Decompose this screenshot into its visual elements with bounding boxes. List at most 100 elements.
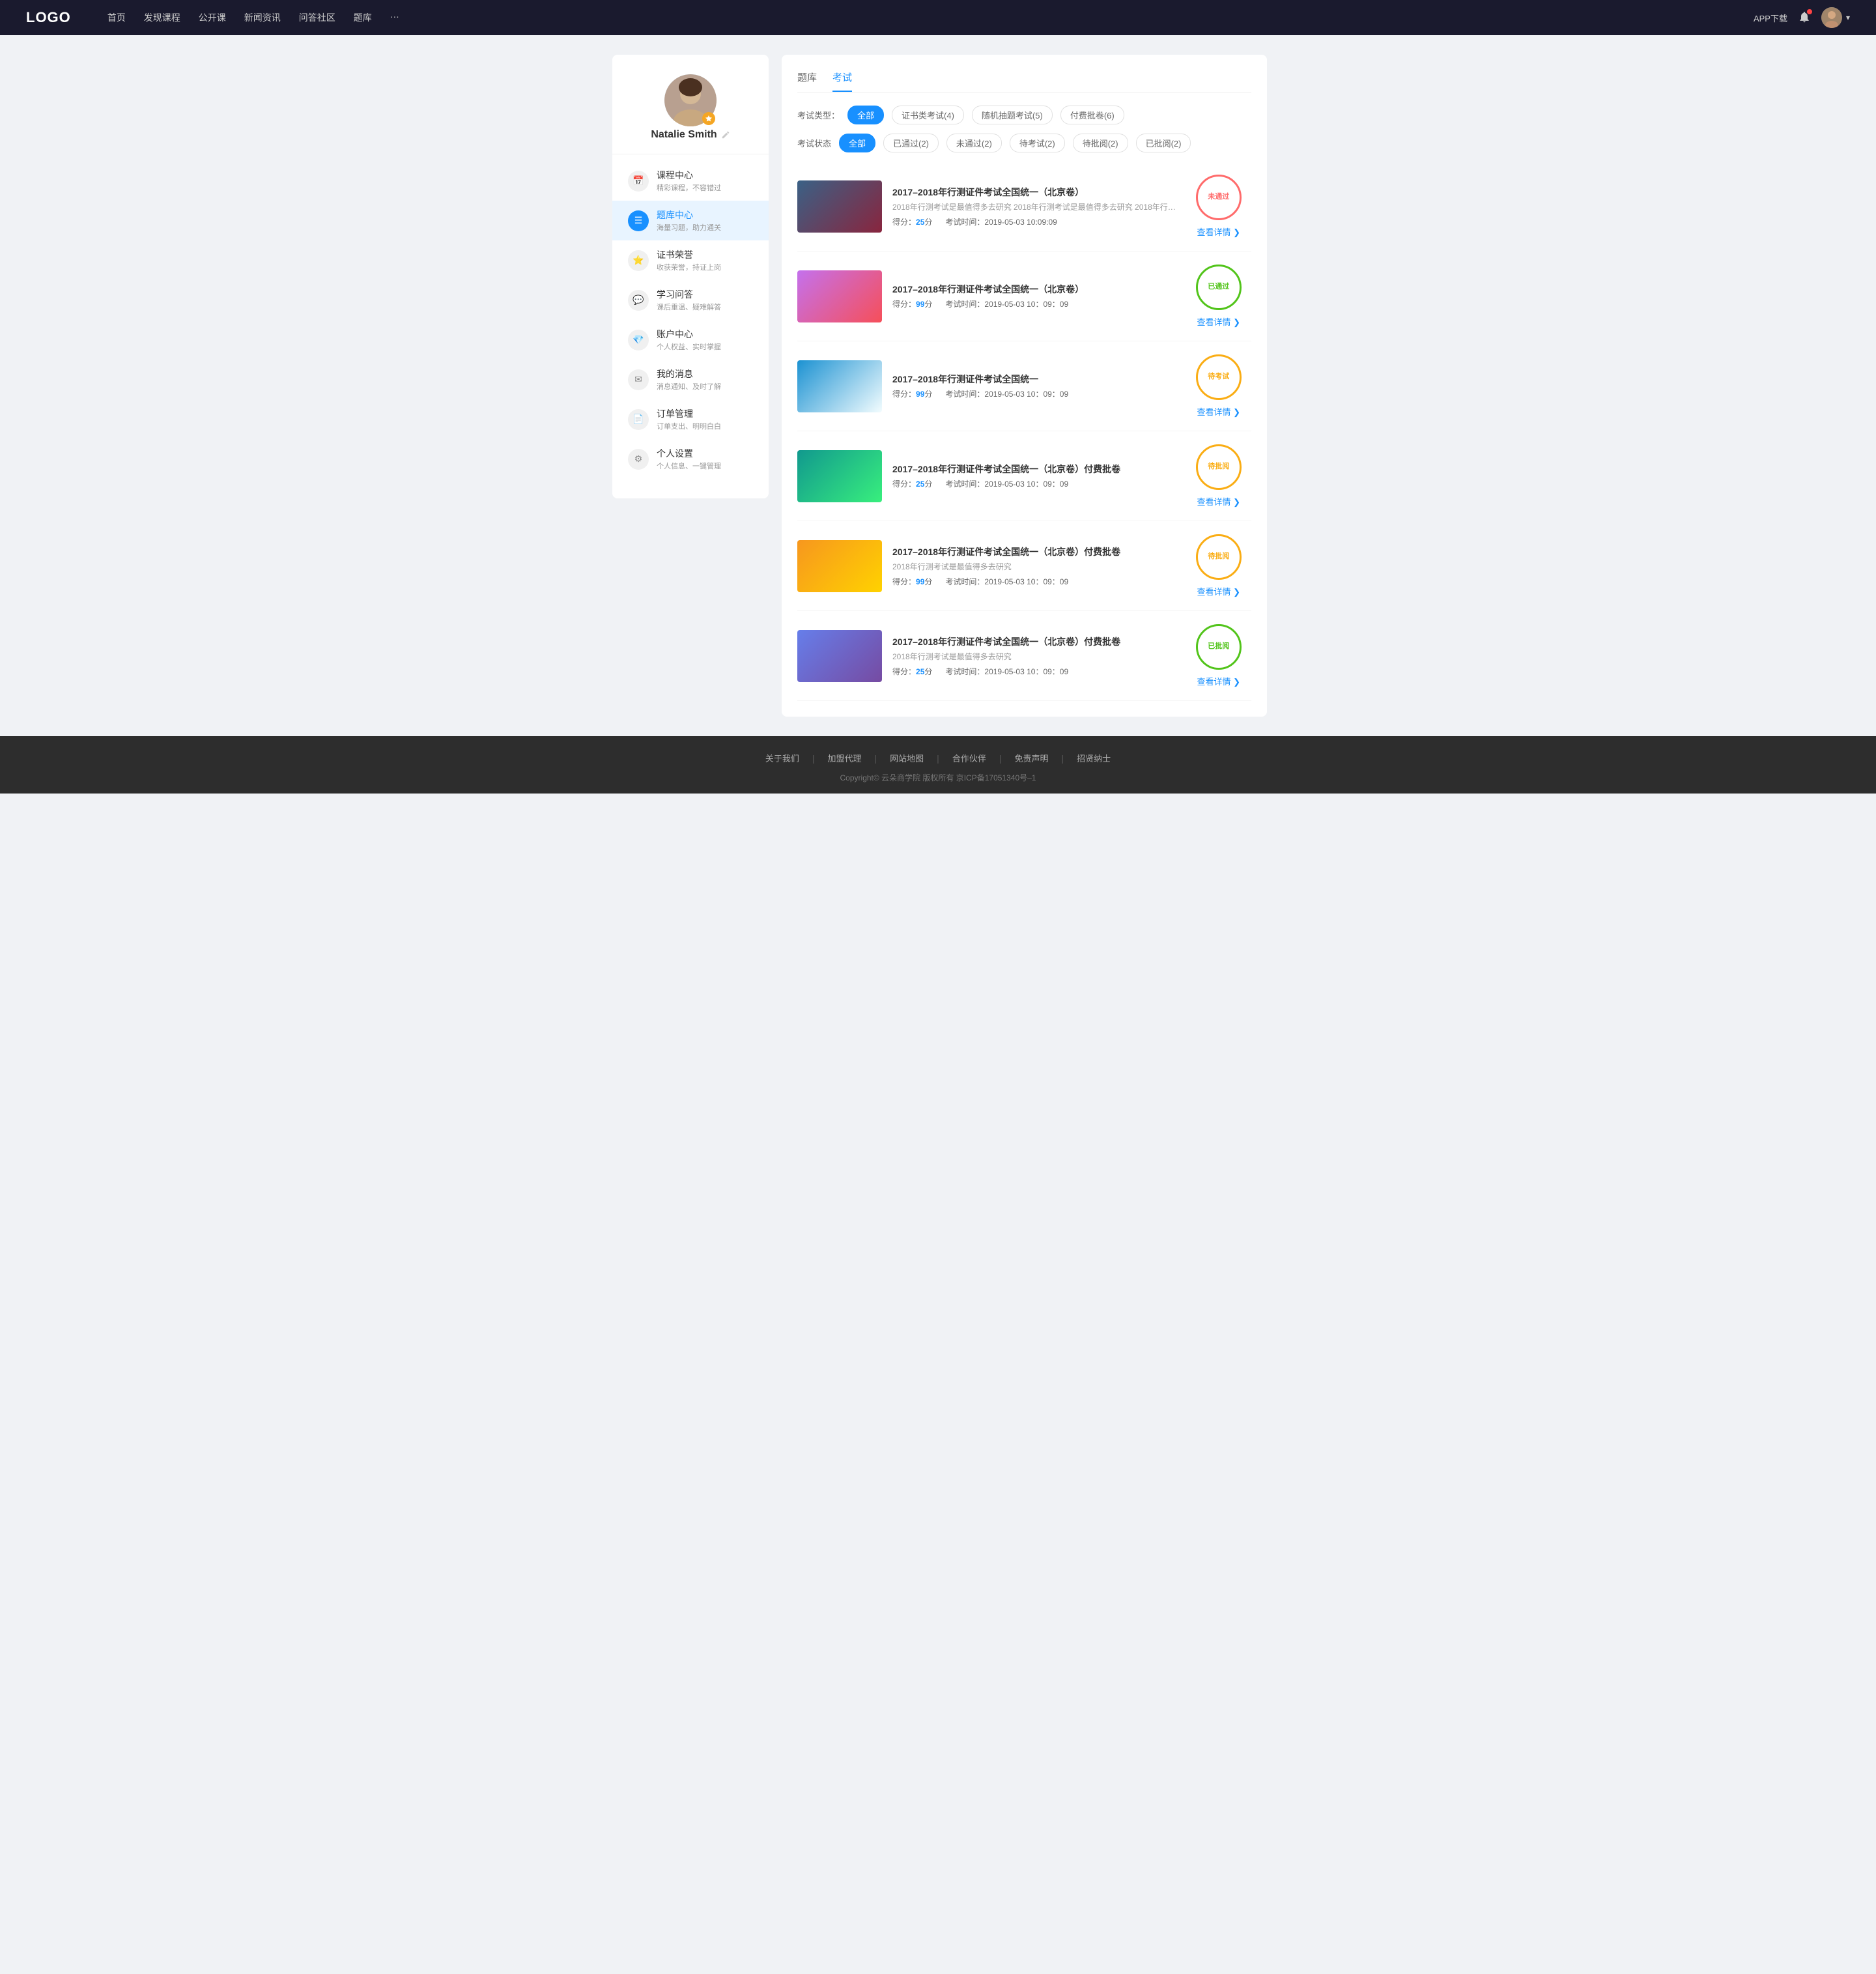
sidebar-item-certificate[interactable]: ⭐ 证书荣誉 收获荣誉，持证上岗 (612, 240, 769, 280)
view-detail-link[interactable]: 查看详情 ❯ (1197, 225, 1241, 238)
exam-time: 考试时间：2019-05-03 10：09：09 (945, 478, 1068, 489)
exam-info: 2017–2018年行测证件考试全国统一（北京卷）付费批卷 2018年行测考试是… (892, 545, 1176, 587)
notification-bell[interactable] (1798, 10, 1811, 25)
msg-menu-subtitle: 消息通知、及时了解 (657, 381, 721, 392)
notification-dot (1807, 9, 1812, 14)
exam-status-stamp: 已通过 (1196, 265, 1242, 310)
filter-status-all[interactable]: 全部 (839, 134, 875, 152)
certificate-icon: ⭐ (628, 250, 649, 271)
header: LOGO 首页 发现课程 公开课 新闻资讯 问答社区 题库 ··· APP下载 … (0, 0, 1876, 35)
sidebar-item-message[interactable]: ✉ 我的消息 消息通知、及时了解 (612, 360, 769, 399)
footer-link-4[interactable]: 免责声明 (1001, 752, 1061, 764)
qbank-menu-title: 题库中心 (657, 208, 721, 222)
tab-exam[interactable]: 考试 (832, 70, 852, 92)
tab-question-bank[interactable]: 题库 (797, 70, 817, 92)
sidebar-profile: Natalie Smith (612, 55, 769, 154)
settings-menu-title: 个人设置 (657, 447, 721, 460)
exam-title: 2017–2018年行测证件考试全国统一（北京卷）付费批卷 (892, 635, 1176, 648)
nav-news[interactable]: 新闻资讯 (244, 11, 281, 24)
account-menu-title: 账户中心 (657, 328, 721, 341)
exam-right: 待批阅 查看详情 ❯ (1186, 534, 1251, 597)
sidebar-item-qa[interactable]: 💬 学习问答 课后重温、疑难解答 (612, 280, 769, 320)
footer-link-3[interactable]: 合作伙伴 (939, 752, 999, 764)
app-download[interactable]: APP下载 (1754, 12, 1787, 24)
filter-status-reviewing[interactable]: 待批阅(2) (1073, 134, 1128, 152)
filter-type-certificate[interactable]: 证书类考试(4) (892, 106, 964, 124)
account-menu-subtitle: 个人权益、实时掌握 (657, 341, 721, 352)
exam-meta: 得分：25分 考试时间：2019-05-03 10:09:09 (892, 216, 1176, 227)
exam-meta: 得分：99分 考试时间：2019-05-03 10：09：09 (892, 388, 1176, 399)
footer: 关于我们|加盟代理|网站地图|合作伙伴|免责声明|招贤纳士 Copyright©… (0, 736, 1876, 794)
exam-right: 待批阅 查看详情 ❯ (1186, 444, 1251, 508)
sidebar-item-account[interactable]: 💎 账户中心 个人权益、实时掌握 (612, 320, 769, 360)
exam-right: 已通过 查看详情 ❯ (1186, 265, 1251, 328)
account-icon: 💎 (628, 330, 649, 350)
qa-menu-title: 学习问答 (657, 288, 721, 301)
filter-status-pending[interactable]: 待考试(2) (1010, 134, 1065, 152)
sidebar-item-course[interactable]: 📅 课程中心 精彩课程，不容错过 (612, 161, 769, 201)
view-detail-link[interactable]: 查看详情 ❯ (1197, 585, 1241, 597)
settings-menu-subtitle: 个人信息、一键管理 (657, 461, 721, 471)
view-detail-link[interactable]: 查看详情 ❯ (1197, 675, 1241, 687)
exam-time: 考试时间：2019-05-03 10：09：09 (945, 298, 1068, 309)
qbank-menu-subtitle: 海量习题，助力通关 (657, 222, 721, 233)
exam-score: 得分：99分 (892, 576, 932, 587)
footer-link-1[interactable]: 加盟代理 (815, 752, 875, 764)
nav-more[interactable]: ··· (390, 11, 399, 24)
exam-right: 待考试 查看详情 ❯ (1186, 354, 1251, 418)
main-container: Natalie Smith 📅 课程中心 精彩课程，不容错过 ☰ 题库中心 海量… (612, 55, 1264, 717)
exam-info: 2017–2018年行测证件考试全国统一（北京卷）付费批卷 得分：25分 考试时… (892, 463, 1176, 489)
exam-title: 2017–2018年行测证件考试全国统一（北京卷） (892, 283, 1176, 296)
filter-status-reviewed[interactable]: 已批阅(2) (1136, 134, 1191, 152)
sidebar-item-order[interactable]: 📄 订单管理 订单支出、明明白白 (612, 399, 769, 439)
header-avatar (1821, 7, 1842, 28)
nav-question-bank[interactable]: 题库 (354, 11, 372, 24)
exam-status-stamp: 待考试 (1196, 354, 1242, 400)
exam-meta: 得分：99分 考试时间：2019-05-03 10：09：09 (892, 576, 1176, 587)
nav-open-courses[interactable]: 公开课 (199, 11, 226, 24)
filter-type-label: 考试类型： (797, 109, 840, 121)
course-icon: 📅 (628, 171, 649, 192)
exam-item: 2017–2018年行测证件考试全国统一（北京卷） 2018年行测考试是最值得多… (797, 162, 1251, 251)
exam-info: 2017–2018年行测证件考试全国统一（北京卷） 2018年行测考试是最值得多… (892, 186, 1176, 227)
exam-score: 得分：25分 (892, 666, 932, 677)
exam-desc: 2018年行测考试是最值得多去研究 2018年行测考试是最值得多去研究 2018… (892, 201, 1176, 212)
exam-list: 2017–2018年行测证件考试全国统一（北京卷） 2018年行测考试是最值得多… (797, 162, 1251, 701)
exam-desc: 2018年行测考试是最值得多去研究 (892, 651, 1176, 662)
exam-thumbnail (797, 540, 882, 592)
exam-item: 2017–2018年行测证件考试全国统一（北京卷） 得分：99分 考试时间：20… (797, 251, 1251, 341)
exam-item: 2017–2018年行测证件考试全国统一（北京卷）付费批卷 2018年行测考试是… (797, 611, 1251, 701)
user-avatar-menu[interactable]: ▾ (1821, 7, 1850, 28)
exam-score: 得分：25分 (892, 478, 932, 489)
sidebar-item-question-bank[interactable]: ☰ 题库中心 海量习题，助力通关 (612, 201, 769, 240)
exam-title: 2017–2018年行测证件考试全国统一 (892, 373, 1176, 386)
filter-type-all[interactable]: 全部 (847, 106, 884, 124)
view-detail-link[interactable]: 查看详情 ❯ (1197, 495, 1241, 508)
profile-badge (702, 112, 715, 125)
qa-menu-subtitle: 课后重温、疑难解答 (657, 302, 721, 312)
exam-status-stamp: 待批阅 (1196, 444, 1242, 490)
exam-status-stamp: 已批阅 (1196, 624, 1242, 670)
filter-type-random[interactable]: 随机抽题考试(5) (972, 106, 1053, 124)
exam-item: 2017–2018年行测证件考试全国统一（北京卷）付费批卷 得分：25分 考试时… (797, 431, 1251, 521)
filter-status-passed[interactable]: 已通过(2) (883, 134, 939, 152)
sidebar-item-settings[interactable]: ⚙ 个人设置 个人信息、一键管理 (612, 439, 769, 479)
nav-courses[interactable]: 发现课程 (144, 11, 180, 24)
filter-status-failed[interactable]: 未通过(2) (946, 134, 1002, 152)
exam-title: 2017–2018年行测证件考试全国统一（北京卷） (892, 186, 1176, 199)
footer-link-5[interactable]: 招贤纳士 (1064, 752, 1124, 764)
view-detail-link[interactable]: 查看详情 ❯ (1197, 405, 1241, 418)
footer-link-0[interactable]: 关于我们 (752, 752, 812, 764)
nav-home[interactable]: 首页 (107, 11, 126, 24)
footer-link-2[interactable]: 网站地图 (877, 752, 937, 764)
nav-qa[interactable]: 问答社区 (299, 11, 335, 24)
filter-type-paid[interactable]: 付费批卷(6) (1060, 106, 1124, 124)
exam-item: 2017–2018年行测证件考试全国统一（北京卷）付费批卷 2018年行测考试是… (797, 521, 1251, 611)
cert-menu-subtitle: 收获荣誉，持证上岗 (657, 262, 721, 272)
sidebar-menu: 📅 课程中心 精彩课程，不容错过 ☰ 题库中心 海量习题，助力通关 ⭐ 证书荣誉… (612, 154, 769, 485)
msg-menu-title: 我的消息 (657, 367, 721, 380)
edit-profile-icon[interactable] (721, 130, 730, 139)
view-detail-link[interactable]: 查看详情 ❯ (1197, 315, 1241, 328)
content-area: 题库 考试 考试类型： 全部 证书类考试(4) 随机抽题考试(5) 付费批卷(6… (782, 55, 1267, 717)
exam-score: 得分：99分 (892, 298, 932, 309)
